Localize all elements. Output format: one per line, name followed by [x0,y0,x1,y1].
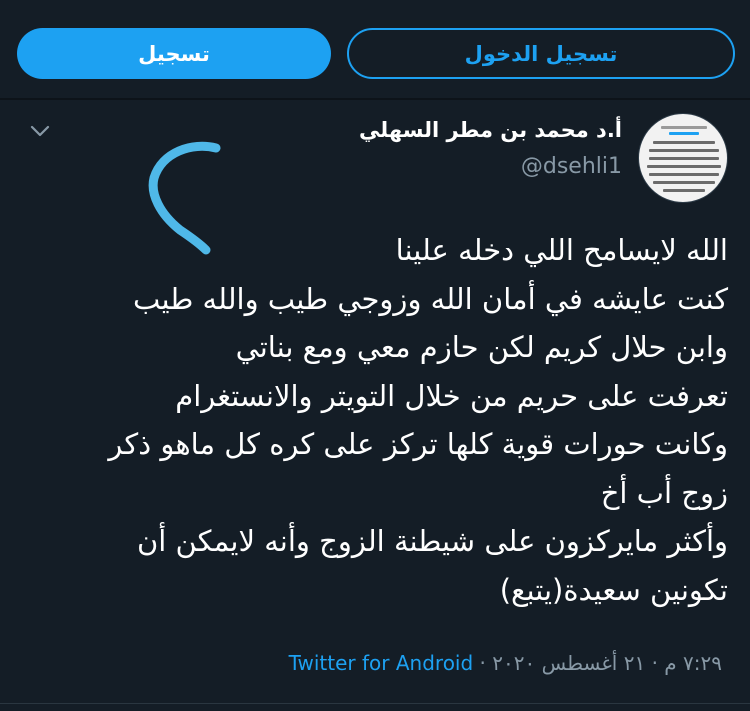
tweet-line: وكانت حورات قوية كلها تركز على كره كل ما… [108,427,728,461]
tweet-line: وابن حلال كريم لكن حازم معي ومع بناتي [235,330,728,364]
tweet-line: كنت عايشه في أمان الله وزوجي طيب والله ط… [133,281,728,316]
signup-button[interactable]: تسجيل [17,28,331,79]
header-divider [0,98,750,100]
tweet-date[interactable]: ٢١ أغسطس ٢٠٢٠ [492,651,645,675]
avatar[interactable] [638,113,728,203]
tweet-line: تعرفت على حريم من خلال التويتر والانستغر… [175,378,728,413]
chevron-down-icon[interactable] [30,124,50,138]
tweet-text: الله لايسامح اللي دخله علينا كنت عايشه ف… [18,226,728,614]
login-button[interactable]: تسجيل الدخول [347,28,735,79]
tweet-time[interactable]: ٧:٢٩ م [664,651,722,675]
tweet-line: وأكثر مايركزون على شيطنة الزوج وأنه لايم… [136,524,728,558]
author-handle[interactable]: @dsehli1 [359,154,622,179]
tweet-page: تسجيل تسجيل الدخول أ.د محمد بن مطر السهل… [0,0,750,711]
top-bar: تسجيل تسجيل الدخول [0,0,750,100]
tweet-author[interactable]: أ.د محمد بن مطر السهلي @dsehli1 [359,118,622,179]
tweet-source-link[interactable]: Twitter for Android [289,651,474,675]
tweet-line: الله لايسامح اللي دخله علينا [395,233,728,267]
tweet-meta: ٧:٢٩ م · ٢١ أغسطس ٢٠٢٠ · Twitter for And… [289,651,722,675]
meta-separator: · [651,651,658,675]
author-name[interactable]: أ.د محمد بن مطر السهلي [359,118,622,142]
tweet-line: تكونين سعيدة(يتبع) [499,572,728,607]
bottom-divider [0,703,750,711]
tweet-line: زوج أب أخ [600,475,728,510]
meta-separator: · [479,651,486,675]
